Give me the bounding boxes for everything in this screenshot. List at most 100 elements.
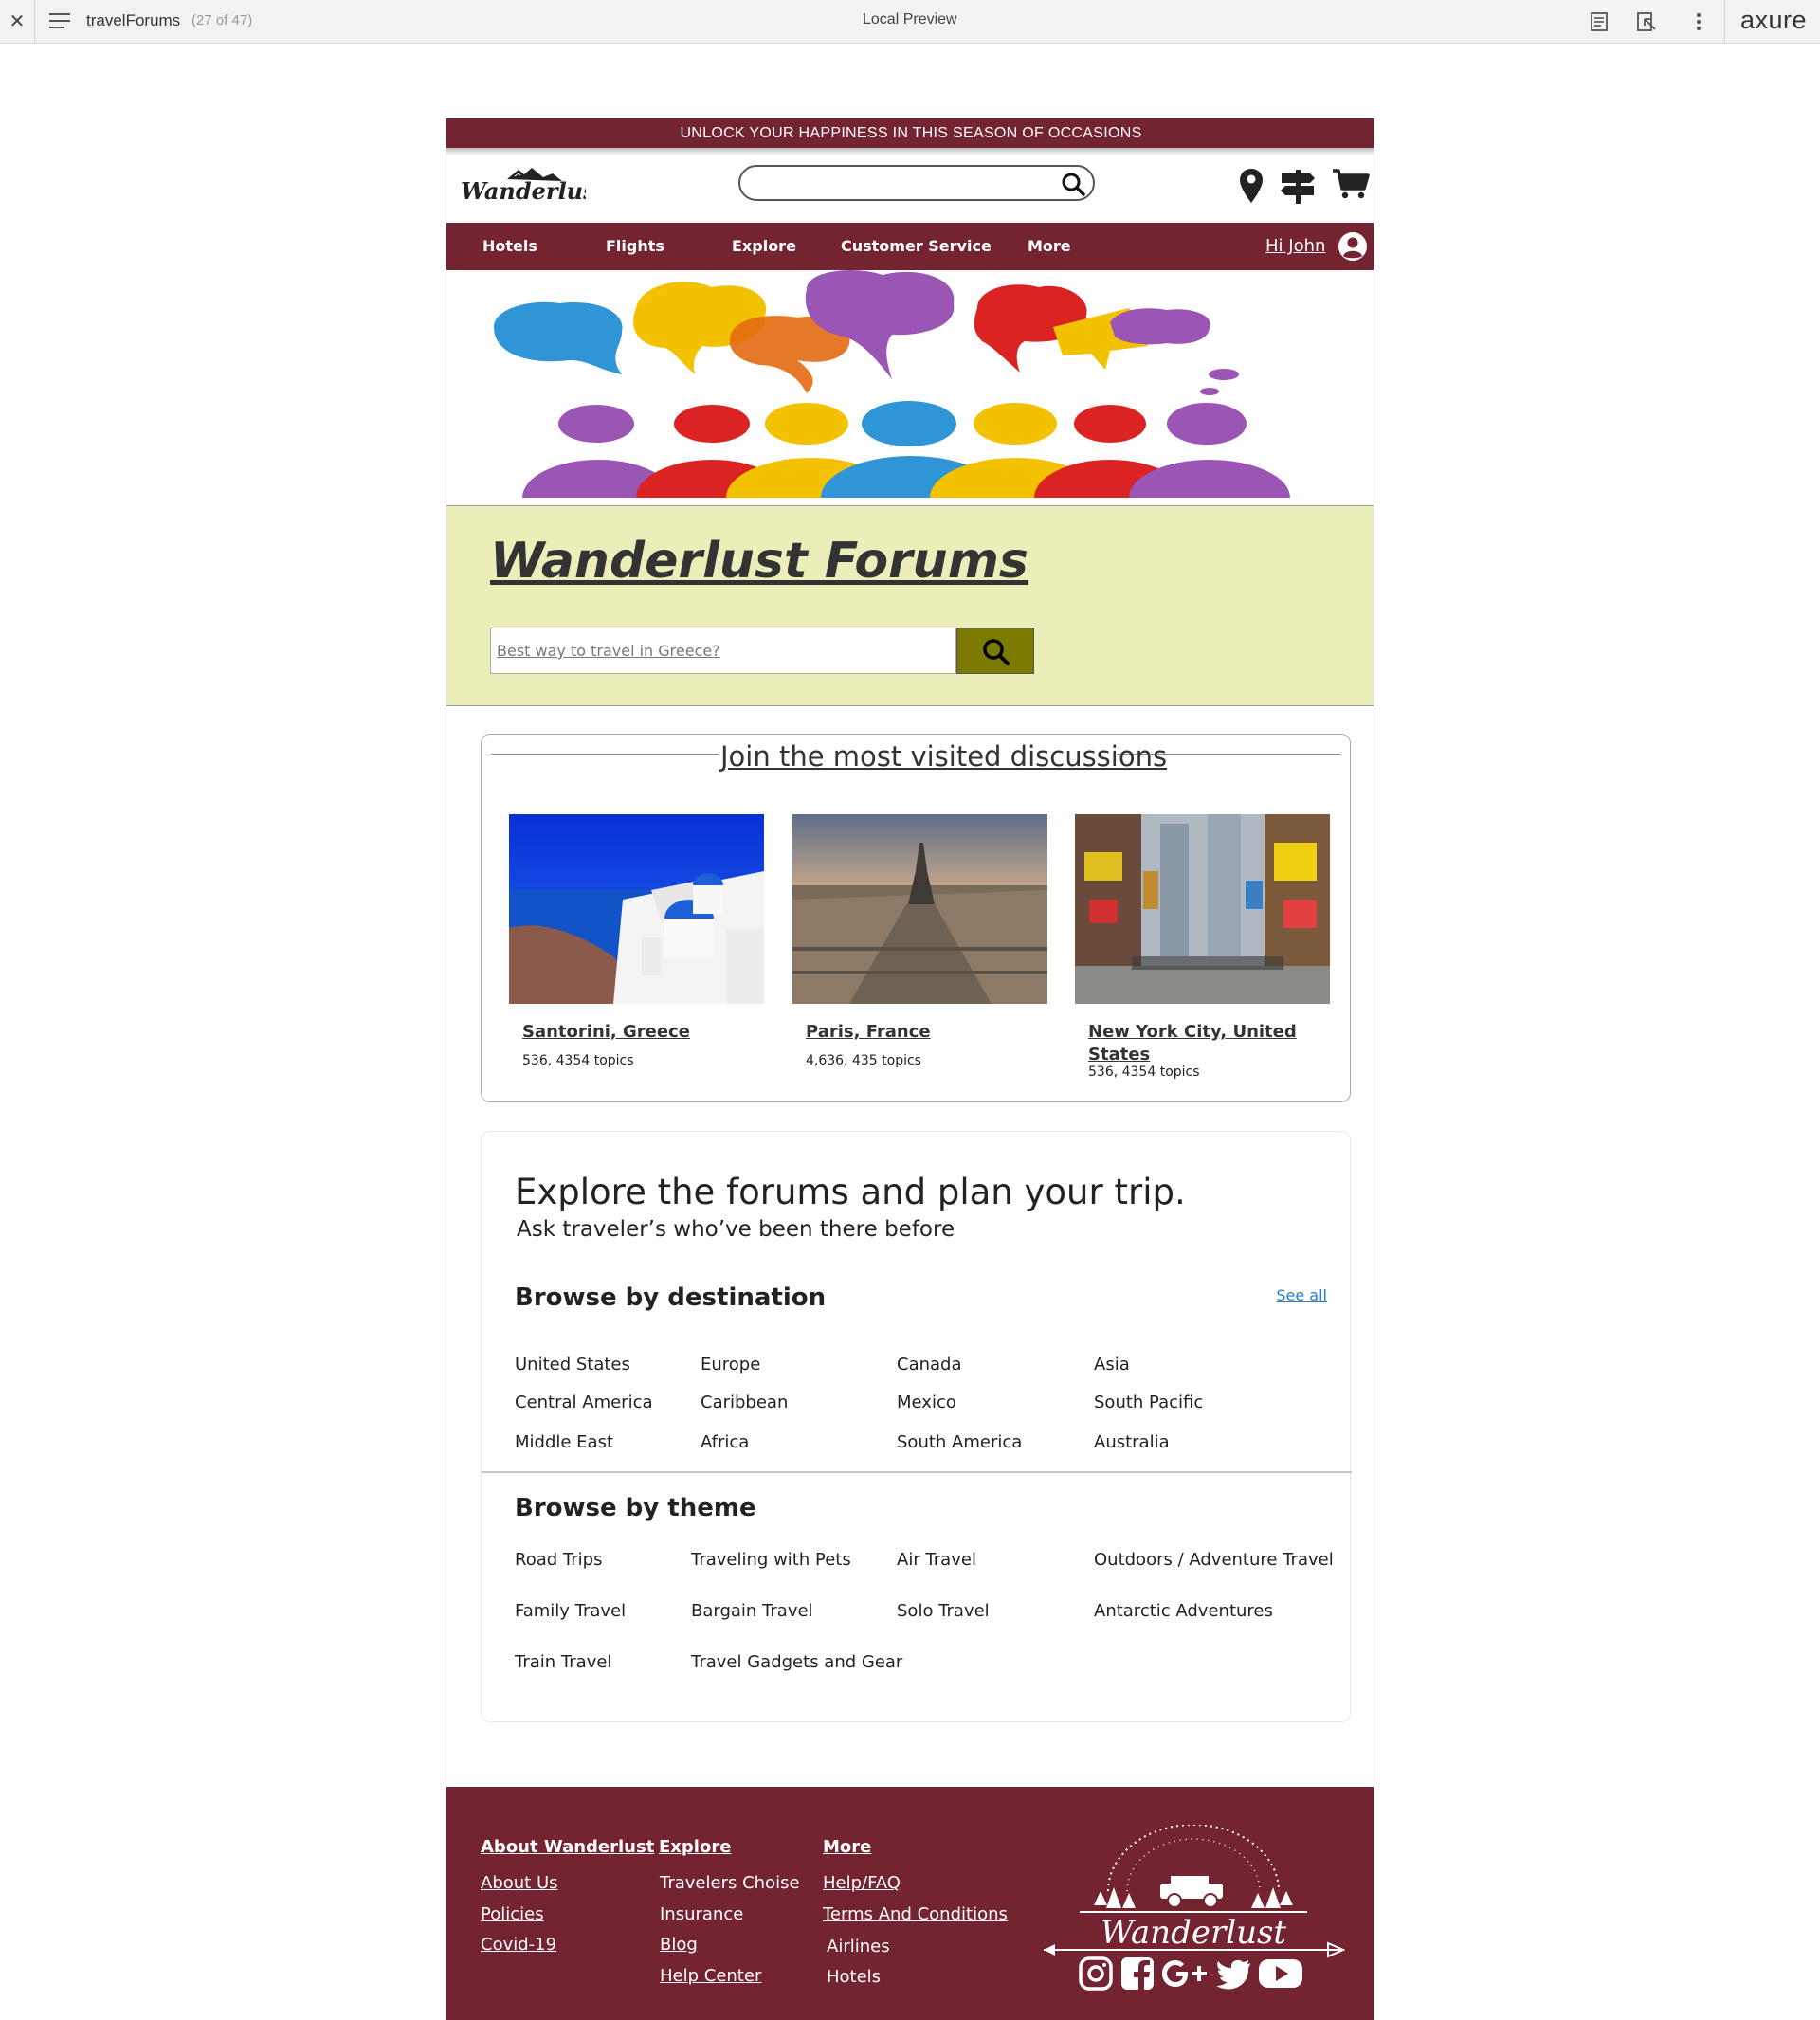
more-options-icon[interactable] <box>1687 10 1710 33</box>
user-avatar-icon[interactable] <box>1338 231 1368 262</box>
preview-toolbar: ✕ travelForums (27 of 47) Local Preview … <box>0 0 1820 44</box>
destination-name[interactable]: New York City, United States <box>1088 1021 1316 1066</box>
notes-icon[interactable] <box>1588 10 1611 33</box>
destination-link[interactable]: Asia <box>1094 1355 1130 1374</box>
destination-link[interactable]: Canada <box>897 1355 962 1374</box>
toolbar-divider <box>1724 0 1725 44</box>
footer-wanderlust-logo: Wanderlust <box>1044 1825 1345 1958</box>
section-divider <box>482 1471 1352 1473</box>
popular-discussions-title: Join the most visited discussions <box>720 740 1168 773</box>
destination-link[interactable]: South Pacific <box>1094 1392 1203 1412</box>
see-all-link[interactable]: See all <box>1276 1286 1327 1304</box>
preview-label: Local Preview <box>863 11 957 27</box>
footer-link[interactable]: Covid-19 <box>481 1935 556 1955</box>
facebook-icon[interactable] <box>1119 1956 1156 1991</box>
header-search-input[interactable] <box>738 165 1095 201</box>
theme-link[interactable]: Bargain Travel <box>691 1601 813 1621</box>
footer-link[interactable]: Insurance <box>660 1904 743 1924</box>
destination-link[interactable]: Europe <box>701 1355 760 1374</box>
site-footer: About Wanderlust About Us Policies Covid… <box>446 1787 1374 2020</box>
footer-link[interactable]: About Us <box>481 1873 558 1893</box>
nav-hotels[interactable]: Hotels <box>482 237 537 255</box>
destination-link[interactable]: Africa <box>701 1432 749 1452</box>
explore-subtitle: Ask traveler’s who’ve been there before <box>517 1217 956 1242</box>
page-menu-icon[interactable] <box>49 13 70 30</box>
svg-text:Wanderlust: Wanderlust <box>461 177 586 204</box>
title-rule-left <box>491 754 719 755</box>
explore-forums-card: Explore the forums and plan your trip. A… <box>481 1131 1352 1722</box>
close-icon[interactable]: ✕ <box>8 10 27 31</box>
instagram-icon[interactable] <box>1078 1956 1114 1991</box>
footer-heading-explore[interactable]: Explore <box>659 1837 731 1857</box>
user-greeting[interactable]: Hi John <box>1265 236 1325 256</box>
location-pin-icon[interactable] <box>1239 168 1264 204</box>
page-title: travelForums <box>86 11 181 29</box>
theme-link[interactable]: Traveling with Pets <box>691 1550 851 1570</box>
browse-theme-heading: Browse by theme <box>515 1494 756 1522</box>
toolbar-divider <box>34 0 35 44</box>
prototype-page: UNLOCK YOUR HAPPINESS IN THIS SEASON OF … <box>446 118 1374 2020</box>
theme-link[interactable]: Train Travel <box>515 1652 611 1672</box>
destination-link[interactable]: Mexico <box>897 1392 956 1412</box>
destination-card-santorini[interactable]: Santorini, Greece 536, 4354 topics <box>509 814 764 1068</box>
twitter-icon[interactable] <box>1216 1956 1252 1991</box>
destination-link[interactable]: Middle East <box>515 1432 613 1452</box>
footer-link[interactable]: Airlines <box>827 1937 890 1956</box>
wanderlust-logo[interactable]: Wanderlust <box>458 166 586 204</box>
footer-link[interactable]: Terms And Conditions <box>823 1904 1008 1924</box>
svg-text:Wanderlust: Wanderlust <box>1101 1914 1287 1952</box>
santorini-photo[interactable] <box>509 814 764 1004</box>
youtube-icon[interactable] <box>1258 1956 1303 1991</box>
destination-name[interactable]: Santorini, Greece <box>522 1021 750 1044</box>
nav-customer-service[interactable]: Customer Service <box>841 237 992 255</box>
google-plus-icon[interactable] <box>1161 1956 1210 1991</box>
footer-heading-about[interactable]: About Wanderlust <box>481 1837 654 1857</box>
promo-banner: UNLOCK YOUR HAPPINESS IN THIS SEASON OF … <box>446 118 1374 148</box>
destination-topics: 4,636, 435 topics <box>806 1053 921 1068</box>
footer-link[interactable]: Policies <box>481 1904 544 1924</box>
search-icon <box>983 639 1010 665</box>
theme-link[interactable]: Family Travel <box>515 1601 626 1621</box>
theme-link[interactable]: Antarctic Adventures <box>1094 1601 1273 1621</box>
destination-link[interactable]: South America <box>897 1432 1022 1452</box>
theme-link[interactable]: Road Trips <box>515 1550 602 1570</box>
destination-name[interactable]: Paris, France <box>806 1021 1033 1044</box>
forum-search-button[interactable] <box>956 628 1034 674</box>
forum-search-input[interactable]: Best way to travel in Greece? <box>490 628 956 674</box>
new-york-photo[interactable] <box>1075 814 1330 1004</box>
cart-icon[interactable] <box>1332 168 1370 200</box>
theme-link[interactable]: Solo Travel <box>897 1601 990 1621</box>
axure-logo: axure <box>1740 6 1808 34</box>
footer-link[interactable]: Hotels <box>827 1967 881 1987</box>
forums-hero: Wanderlust Forums Best way to travel in … <box>446 505 1374 706</box>
explore-title: Explore the forums and plan your trip. <box>515 1172 1186 1212</box>
paris-photo[interactable] <box>792 814 1047 1004</box>
theme-link[interactable]: Air Travel <box>897 1550 976 1570</box>
footer-link[interactable]: Help/FAQ <box>823 1873 901 1893</box>
theme-link[interactable]: Outdoors / Adventure Travel <box>1094 1550 1334 1570</box>
destination-card-paris[interactable]: Paris, France 4,636, 435 topics <box>792 814 1047 1068</box>
footer-link[interactable]: Blog <box>660 1935 698 1955</box>
destination-link[interactable]: Caribbean <box>701 1392 788 1412</box>
forums-title: Wanderlust Forums <box>490 533 1028 590</box>
footer-link[interactable]: Travelers Choise <box>660 1873 800 1893</box>
footer-heading-more[interactable]: More <box>823 1837 871 1857</box>
destination-link[interactable]: Central America <box>515 1392 653 1412</box>
destination-topics: 536, 4354 topics <box>522 1053 634 1068</box>
destination-link[interactable]: Australia <box>1094 1432 1170 1452</box>
nav-more[interactable]: More <box>1028 237 1071 255</box>
browse-destination-heading: Browse by destination <box>515 1283 827 1312</box>
main-nav: Hotels Flights Explore Customer Service … <box>446 223 1374 270</box>
signpost-icon[interactable] <box>1279 168 1317 206</box>
destination-topics: 536, 4354 topics <box>1088 1065 1200 1080</box>
footer-link[interactable]: Help Center <box>660 1966 761 1986</box>
theme-link[interactable]: Travel Gadgets and Gear <box>691 1652 902 1672</box>
inspect-icon[interactable] <box>1635 10 1658 33</box>
nav-explore[interactable]: Explore <box>732 237 796 255</box>
nav-flights[interactable]: Flights <box>606 237 664 255</box>
destination-card-new-york[interactable]: New York City, United States 536, 4354 t… <box>1075 814 1330 1080</box>
destination-link[interactable]: United States <box>515 1355 630 1374</box>
search-icon[interactable] <box>1061 172 1085 196</box>
header-shadow <box>446 148 1374 155</box>
popular-discussions-card: Join the most visited discussions Santor… <box>481 734 1351 1102</box>
